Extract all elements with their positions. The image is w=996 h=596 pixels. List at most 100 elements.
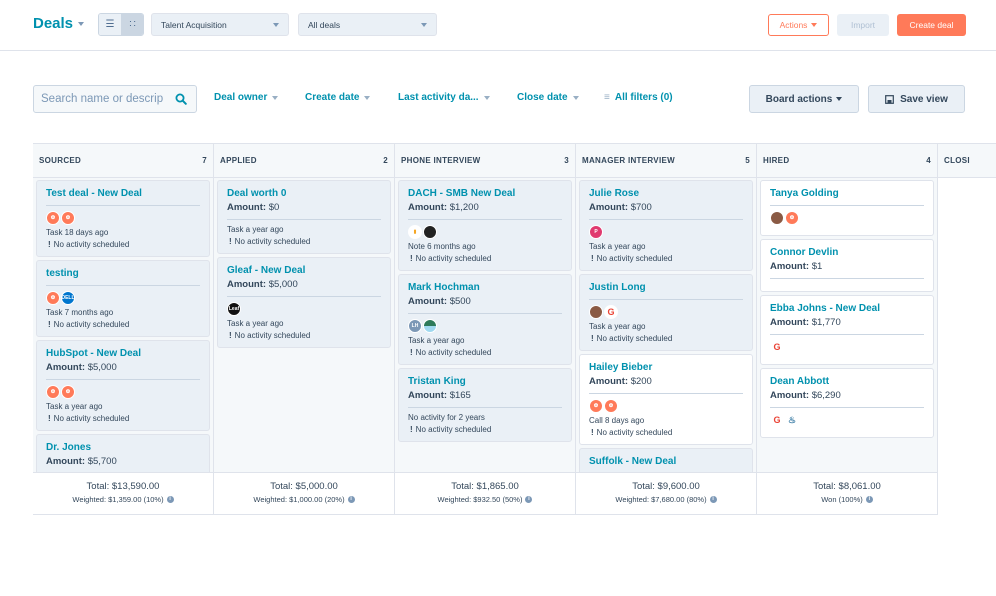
save-view-button[interactable]: Save view bbox=[868, 85, 965, 113]
seat-avatar-icon[interactable]: ♨ bbox=[785, 413, 799, 427]
google-avatar-icon[interactable]: G bbox=[604, 305, 618, 319]
column-total: Total: $8,061.00 bbox=[813, 481, 881, 492]
photo-avatar-icon[interactable] bbox=[770, 211, 784, 225]
dell-avatar-icon[interactable]: DELL bbox=[61, 291, 75, 305]
deal-amount: Amount: $200 bbox=[589, 376, 743, 387]
p-avatar-icon[interactable]: P bbox=[589, 225, 603, 239]
deal-card[interactable]: Gleaf - New Deal Amount: $5,000 Leaf Task a… bbox=[217, 257, 391, 348]
view-select[interactable]: All deals bbox=[298, 13, 437, 36]
view-toggle: ☰ ∷ bbox=[98, 13, 144, 36]
next-activity-text: No activity scheduled bbox=[596, 254, 673, 263]
photo-avatar-icon[interactable] bbox=[589, 305, 603, 319]
deal-name-link[interactable]: Test deal - New Deal bbox=[46, 188, 200, 199]
deal-owner-filter[interactable]: Deal owner bbox=[214, 92, 279, 103]
chevron-down-icon bbox=[811, 23, 818, 27]
board-actions-button[interactable]: Board actions bbox=[749, 85, 859, 113]
deal-card[interactable]: HubSpot - New Deal Amount: $5,000 ❂ ❂ Task a… bbox=[36, 340, 210, 431]
import-button[interactable]: Import bbox=[837, 14, 889, 36]
last-activity-filter[interactable]: Last activity da... bbox=[398, 92, 490, 103]
column-header[interactable]: MANAGER INTERVIEW 5 bbox=[576, 143, 756, 178]
deal-name-link[interactable]: Tanya Golding bbox=[770, 188, 924, 199]
deal-card[interactable]: Justin Long G Task a year ago! No activity … bbox=[579, 274, 753, 351]
deal-name-link[interactable]: Tristan King bbox=[408, 376, 562, 387]
leaf-avatar-icon[interactable]: Leaf bbox=[227, 302, 241, 316]
deal-card[interactable]: Suffolk - New Deal bbox=[579, 448, 753, 472]
deal-name-link[interactable]: Suffolk - New Deal bbox=[589, 456, 743, 467]
search-icon[interactable] bbox=[175, 93, 187, 105]
wave-avatar-icon[interactable] bbox=[423, 319, 437, 333]
hubspot-avatar-icon[interactable]: ❂ bbox=[589, 399, 603, 413]
deal-name-link[interactable]: testing bbox=[46, 268, 200, 279]
info-icon[interactable]: i bbox=[709, 496, 717, 503]
deal-name-link[interactable]: HubSpot - New Deal bbox=[46, 348, 200, 359]
deal-name-link[interactable]: DACH - SMB New Deal bbox=[408, 188, 562, 199]
lh-avatar-icon[interactable]: LH bbox=[408, 319, 422, 333]
deal-card[interactable]: Tanya Golding ❂ bbox=[760, 180, 934, 236]
hubspot-avatar-icon[interactable]: ❂ bbox=[61, 211, 75, 225]
deal-name-link[interactable]: Hailey Bieber bbox=[589, 362, 743, 373]
deal-card[interactable]: Julie Rose Amount: $700 P Task a year ago! N… bbox=[579, 180, 753, 271]
deal-name-link[interactable]: Justin Long bbox=[589, 282, 743, 293]
google-avatar-icon[interactable]: G bbox=[770, 413, 784, 427]
create-date-filter[interactable]: Create date bbox=[305, 92, 371, 103]
column-header[interactable]: PHONE INTERVIEW 3 bbox=[395, 143, 575, 178]
column-title: MANAGER INTERVIEW bbox=[582, 156, 675, 165]
list-view-button[interactable]: ☰ bbox=[99, 14, 121, 35]
google-avatar-icon[interactable]: G bbox=[770, 340, 784, 354]
info-icon[interactable]: i bbox=[347, 496, 355, 503]
search-input[interactable] bbox=[41, 93, 169, 105]
column-header[interactable]: SOURCED 7 bbox=[33, 143, 213, 178]
deal-card[interactable]: Ebba Johns - New Deal Amount: $1,770 G bbox=[760, 295, 934, 365]
info-icon[interactable]: i bbox=[166, 496, 174, 503]
deal-card[interactable]: Dr. Jones Amount: $5,700 bbox=[36, 434, 210, 472]
deal-card[interactable]: testing ❂ DELL Task 7 months ago! No activit… bbox=[36, 260, 210, 337]
deal-card[interactable]: Tristan King Amount: $165 No activity for … bbox=[398, 368, 572, 442]
deal-card[interactable]: Connor Devlin Amount: $1 bbox=[760, 239, 934, 292]
info-icon[interactable]: i bbox=[865, 496, 873, 503]
warning-icon: ! bbox=[410, 425, 413, 434]
deal-name-link[interactable]: Dean Abbott bbox=[770, 376, 924, 387]
column-weighted: Won (100%) i bbox=[757, 495, 937, 504]
hubspot-avatar-icon[interactable]: ❂ bbox=[604, 399, 618, 413]
create-deal-button[interactable]: Create deal bbox=[897, 14, 966, 36]
deal-name-link[interactable]: Dr. Jones bbox=[46, 442, 200, 453]
hubspot-avatar-icon[interactable]: ❂ bbox=[61, 385, 75, 399]
hubspot-avatar-icon[interactable]: ❂ bbox=[46, 385, 60, 399]
column-weighted: Weighted: $932.50 (50%) i bbox=[395, 495, 575, 504]
deal-name-link[interactable]: Connor Devlin bbox=[770, 247, 924, 258]
close-date-filter[interactable]: Close date bbox=[517, 92, 579, 103]
deal-card[interactable]: Hailey Bieber Amount: $200 ❂ ❂ Call 8 days a… bbox=[579, 354, 753, 445]
deal-name-link[interactable]: Mark Hochman bbox=[408, 282, 562, 293]
amount-label: Amount: bbox=[770, 261, 810, 272]
yellow-avatar-icon[interactable]: ▮ bbox=[408, 225, 422, 239]
black-avatar-icon[interactable] bbox=[423, 225, 437, 239]
deal-name-link[interactable]: Ebba Johns - New Deal bbox=[770, 303, 924, 314]
all-filters-button[interactable]: ≡ All filters (0) bbox=[604, 92, 673, 103]
deal-card[interactable]: Deal worth 0 Amount: $0 Task a year ago! No… bbox=[217, 180, 391, 254]
next-activity-text: No activity scheduled bbox=[415, 254, 492, 263]
hubspot-avatar-icon[interactable]: ❂ bbox=[46, 291, 60, 305]
card-divider bbox=[46, 285, 200, 286]
deal-name-link[interactable]: Deal worth 0 bbox=[227, 188, 381, 199]
card-divider bbox=[46, 205, 200, 206]
board-column: CLOSI bbox=[938, 143, 996, 515]
column-header[interactable]: HIRED 4 bbox=[757, 143, 937, 178]
deal-card[interactable]: Mark Hochman Amount: $500 LH Task a year ag… bbox=[398, 274, 572, 365]
next-activity-text: No activity scheduled bbox=[53, 414, 130, 423]
column-header[interactable]: APPLIED 2 bbox=[214, 143, 394, 178]
hubspot-avatar-icon[interactable]: ❂ bbox=[46, 211, 60, 225]
deal-card[interactable]: DACH - SMB New Deal Amount: $1,200 ▮ Note 6… bbox=[398, 180, 572, 271]
amount-value: $500 bbox=[449, 296, 471, 307]
column-header[interactable]: CLOSI bbox=[938, 143, 996, 178]
deal-name-link[interactable]: Gleaf - New Deal bbox=[227, 265, 381, 276]
info-icon[interactable]: i bbox=[525, 496, 533, 503]
deal-name-link[interactable]: Julie Rose bbox=[589, 188, 743, 199]
actions-button[interactable]: Actions bbox=[768, 14, 829, 36]
deal-card[interactable]: Test deal - New Deal ❂ ❂ Task 18 days ago! N… bbox=[36, 180, 210, 257]
next-activity: ! No activity scheduled bbox=[589, 254, 743, 263]
deal-card[interactable]: Dean Abbott Amount: $6,290 G ♨ bbox=[760, 368, 934, 438]
hubspot-avatar-icon[interactable]: ❂ bbox=[785, 211, 799, 225]
object-switcher[interactable]: Deals bbox=[33, 15, 85, 32]
pipeline-select[interactable]: Talent Acquisition bbox=[151, 13, 289, 36]
board-view-button[interactable]: ∷ bbox=[121, 14, 143, 35]
